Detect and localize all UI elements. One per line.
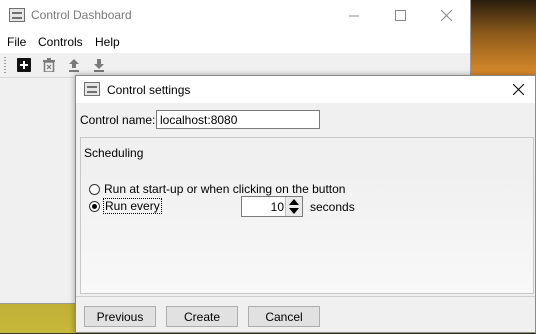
delete-control-button[interactable] (41, 57, 57, 73)
previous-button[interactable]: Previous (84, 306, 156, 327)
create-button[interactable]: Create (166, 306, 238, 327)
dialog-button-bar: Previous Create Cancel (76, 296, 535, 334)
close-icon (512, 84, 524, 95)
control-name-input[interactable]: localhost:8080 (156, 110, 320, 129)
spin-up-icon[interactable] (289, 199, 299, 205)
move-up-icon (69, 59, 79, 72)
main-titlebar[interactable]: Control Dashboard (0, 0, 470, 31)
menubar: File Controls Help (0, 31, 470, 53)
cancel-button[interactable]: Cancel (248, 306, 320, 327)
close-icon (440, 10, 452, 21)
radio-startup[interactable] (89, 183, 100, 195)
scheduling-label: Scheduling (84, 146, 144, 160)
delete-icon (43, 58, 55, 72)
interval-unit-label: seconds (310, 200, 355, 214)
app-icon (9, 8, 25, 22)
menu-controls[interactable]: Controls (38, 35, 83, 49)
spinner-buttons (285, 197, 302, 216)
radio-every[interactable] (89, 200, 100, 212)
minimize-icon (348, 15, 359, 17)
add-icon (17, 58, 31, 72)
interval-value[interactable]: 10 (271, 200, 284, 214)
control-name-label: Control name: (80, 113, 156, 127)
radio-every-option[interactable]: Run every (89, 197, 162, 215)
move-down-icon (94, 59, 104, 72)
move-up-button[interactable] (66, 57, 82, 73)
control-settings-dialog: Control settings Control name: localhost… (75, 75, 536, 333)
menu-help[interactable]: Help (95, 35, 120, 49)
toolbar-grip[interactable] (4, 57, 6, 73)
dialog-close-button[interactable] (501, 76, 535, 103)
minimize-button[interactable] (331, 0, 377, 31)
add-control-button[interactable] (16, 57, 32, 73)
maximize-button[interactable] (377, 0, 423, 31)
maximize-icon (394, 10, 406, 21)
interval-spinner[interactable]: 10 (241, 196, 303, 217)
dialog-title: Control settings (107, 83, 191, 97)
close-button[interactable] (423, 0, 469, 31)
window-title: Control Dashboard (31, 8, 132, 22)
dialog-titlebar[interactable]: Control settings (76, 76, 535, 103)
scheduling-panel: Scheduling (80, 137, 534, 294)
radio-startup-option[interactable]: Run at start-up or when clicking on the … (89, 180, 345, 198)
app-icon (84, 82, 100, 96)
radio-every-label: Run every (103, 198, 162, 214)
menu-file[interactable]: File (7, 35, 26, 49)
move-down-button[interactable] (91, 57, 107, 73)
radio-startup-label: Run at start-up or when clicking on the … (104, 182, 346, 196)
spin-down-icon[interactable] (289, 208, 299, 214)
